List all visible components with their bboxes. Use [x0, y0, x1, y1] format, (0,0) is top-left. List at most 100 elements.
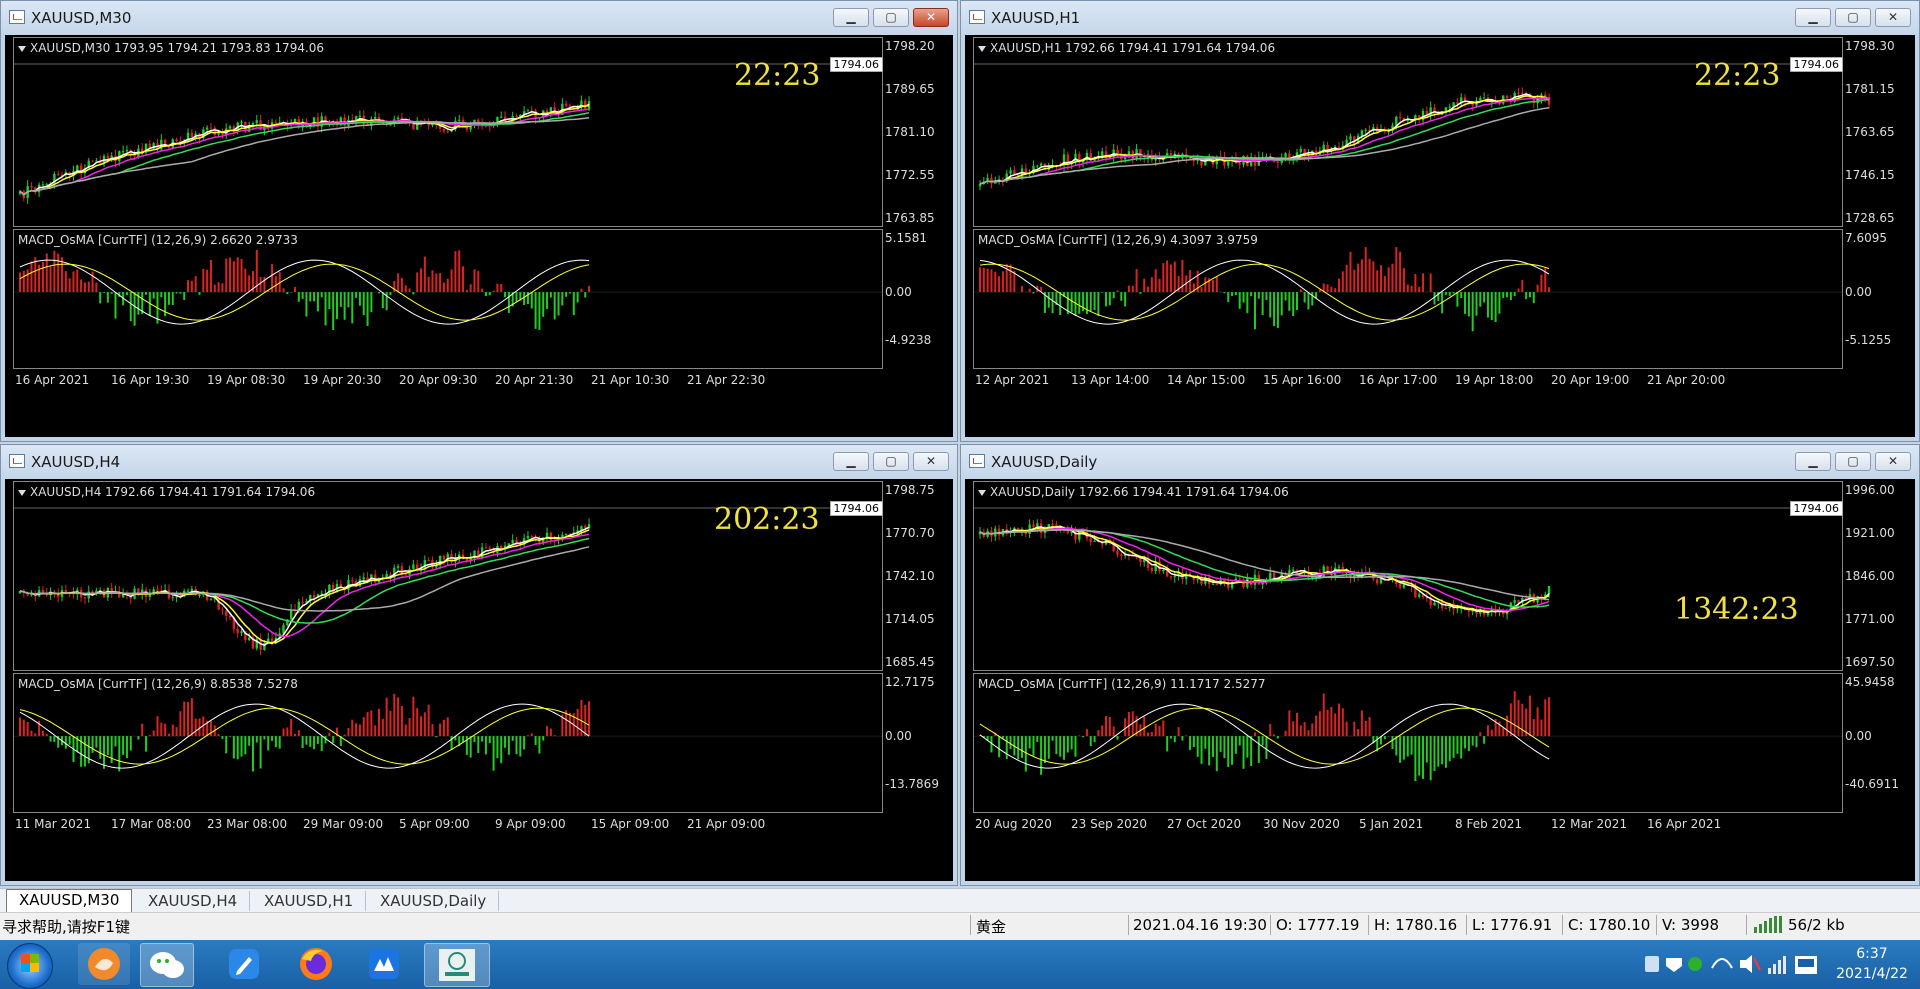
osma-bar	[1364, 247, 1367, 293]
candle-body	[1039, 523, 1043, 534]
macd-pane[interactable]: MACD_OsMA [CurrTF] (12,26,9) 2.6620 2.97…	[13, 229, 883, 369]
price-pane[interactable]: XAUUSD,Daily 1792.66 1794.41 1791.64 179…	[973, 481, 1843, 671]
osma-bar	[1227, 292, 1230, 303]
osma-bar	[1295, 712, 1298, 737]
macd-pane[interactable]: MACD_OsMA [CurrTF] (12,26,9) 4.3097 3.97…	[973, 229, 1843, 369]
osma-bar	[1093, 736, 1096, 743]
osma-bar	[446, 278, 449, 293]
chart-window-h1[interactable]: XAUUSD,H1 ▁ ▢ ✕ XAUUSD,H1 1792.66 1794.4…	[960, 0, 1920, 442]
tab-xauusd-h1[interactable]: XAUUSD,H1	[252, 891, 367, 911]
osma-bar	[1322, 693, 1325, 737]
tab-xauusd-h4[interactable]: XAUUSD,H4	[136, 891, 251, 911]
candle-body	[76, 165, 79, 171]
candle-body	[95, 160, 98, 162]
tray-icons[interactable]	[1640, 940, 1830, 989]
minimize-button[interactable]: ▁	[833, 452, 869, 471]
price-axis-label: 1798.20	[885, 39, 935, 53]
moving-average-line	[979, 93, 1550, 185]
price-axis-label: 1921.00	[1845, 526, 1895, 540]
osma-bar	[1452, 292, 1455, 294]
minimize-button[interactable]: ▁	[833, 8, 869, 27]
status-symbol: 黄金	[976, 918, 1007, 936]
minimize-button[interactable]: ▁	[1795, 8, 1831, 27]
chart-area[interactable]: XAUUSD,H1 1792.66 1794.41 1791.64 1794.0…	[965, 35, 1915, 437]
maximize-button[interactable]: ▢	[873, 8, 909, 27]
maximize-button[interactable]: ▢	[1835, 452, 1871, 471]
macd-pane[interactable]: MACD_OsMA [CurrTF] (12,26,9) 8.8538 7.52…	[13, 673, 883, 813]
tab-xauusd-m30[interactable]: XAUUSD,M30	[6, 889, 133, 912]
osma-bar	[400, 706, 403, 737]
osma-bar	[538, 736, 541, 754]
osma-bar	[1265, 736, 1268, 759]
price-plot	[974, 507, 1842, 620]
close-button[interactable]: ✕	[1875, 452, 1911, 471]
time-axis-label: 16 Apr 17:00	[1359, 373, 1438, 387]
close-button[interactable]: ✕	[913, 8, 949, 27]
price-axis-label: 1781.10	[885, 125, 935, 139]
window-titlebar[interactable]: XAUUSD,M30 ▁ ▢ ✕	[1, 1, 957, 35]
chart-area[interactable]: XAUUSD,M30 1793.95 1794.21 1793.83 1794.…	[5, 35, 953, 437]
fox-app-icon[interactable]	[78, 943, 130, 985]
osma-bar	[1307, 730, 1310, 737]
minimize-button[interactable]: ▁	[1795, 452, 1831, 471]
close-button[interactable]: ✕	[1875, 8, 1911, 27]
osma-bar	[217, 282, 220, 293]
candle-body	[1456, 102, 1459, 104]
osma-bar	[1204, 277, 1207, 293]
osma-bar	[1192, 736, 1195, 748]
candle-body	[1349, 136, 1352, 140]
close-button[interactable]: ✕	[913, 452, 949, 471]
osma-bar	[469, 284, 472, 293]
osma-bar	[1540, 719, 1543, 737]
tab-xauusd-daily[interactable]: XAUUSD,Daily	[368, 891, 500, 911]
osma-bar	[998, 276, 1001, 293]
metatrader-app-icon[interactable]	[424, 943, 490, 987]
macd-axis-label: -4.9238	[885, 333, 932, 347]
price-pane[interactable]: XAUUSD,M30 1793.95 1794.21 1793.83 1794.…	[13, 37, 883, 227]
maximize-button[interactable]: ▢	[1835, 8, 1871, 27]
osma-bar	[1147, 286, 1150, 293]
osma-bar	[80, 279, 83, 293]
start-button[interactable]	[7, 943, 53, 989]
osma-bar	[1548, 287, 1551, 293]
osma-bar	[53, 250, 56, 293]
window-titlebar[interactable]: XAUUSD,H4 ▁ ▢ ✕	[1, 445, 957, 479]
osma-bar	[1097, 730, 1100, 737]
osma-bar	[515, 736, 518, 755]
osma-bar	[420, 268, 423, 293]
osma-bar	[1246, 736, 1249, 758]
macd-pane[interactable]: MACD_OsMA [CurrTF] (12,26,9) 11.1717 2.5…	[973, 673, 1843, 813]
maximize-button[interactable]: ▢	[873, 452, 909, 471]
chart-area[interactable]: XAUUSD,Daily 1792.66 1794.41 1791.64 179…	[965, 479, 1915, 881]
firefox-icon[interactable]	[290, 943, 342, 985]
chart-area[interactable]: XAUUSD,H4 1792.66 1794.41 1791.64 1794.0…	[5, 479, 953, 881]
osma-bar	[19, 272, 21, 293]
price-pane[interactable]: XAUUSD,H4 1792.66 1794.41 1791.64 1794.0…	[13, 481, 883, 671]
chart-window-daily[interactable]: XAUUSD,Daily ▁ ▢ ✕ XAUUSD,Daily 1792.66 …	[960, 444, 1920, 886]
osma-bar	[1521, 703, 1524, 737]
osma-bar	[1502, 292, 1505, 298]
taskbar-clock[interactable]: 6:37 2021/4/22	[1834, 944, 1910, 984]
candle-body	[526, 536, 530, 539]
osma-bar	[1154, 723, 1157, 737]
osma-bar	[507, 736, 510, 755]
wechat-icon[interactable]	[140, 943, 194, 987]
candle-body	[186, 590, 190, 592]
osma-bar	[1357, 728, 1360, 737]
osma-bar	[267, 736, 270, 751]
osma-bar	[45, 734, 48, 737]
window-titlebar[interactable]: XAUUSD,Daily ▁ ▢ ✕	[961, 445, 1919, 479]
window-titlebar[interactable]: XAUUSD,H1 ▁ ▢ ✕	[961, 1, 1919, 35]
price-axis-label: 1789.65	[885, 82, 935, 96]
pen-app-icon[interactable]	[218, 943, 270, 985]
candle-body	[1039, 163, 1043, 166]
candle-body	[1337, 566, 1341, 568]
osma-bar	[22, 719, 25, 737]
lanhu-app-icon[interactable]	[358, 943, 410, 985]
chart-window-h4[interactable]: XAUUSD,H4 ▁ ▢ ✕ XAUUSD,H4 1792.66 1794.4…	[0, 444, 958, 886]
chart-window-m30[interactable]: XAUUSD,M30 ▁ ▢ ✕ XAUUSD,M30 1793.95 1794…	[0, 0, 958, 442]
price-pane[interactable]: XAUUSD,H1 1792.66 1794.41 1791.64 1794.0…	[973, 37, 1843, 227]
candle-body	[526, 110, 530, 112]
osma-bar	[53, 736, 56, 742]
osma-bar	[68, 278, 71, 293]
